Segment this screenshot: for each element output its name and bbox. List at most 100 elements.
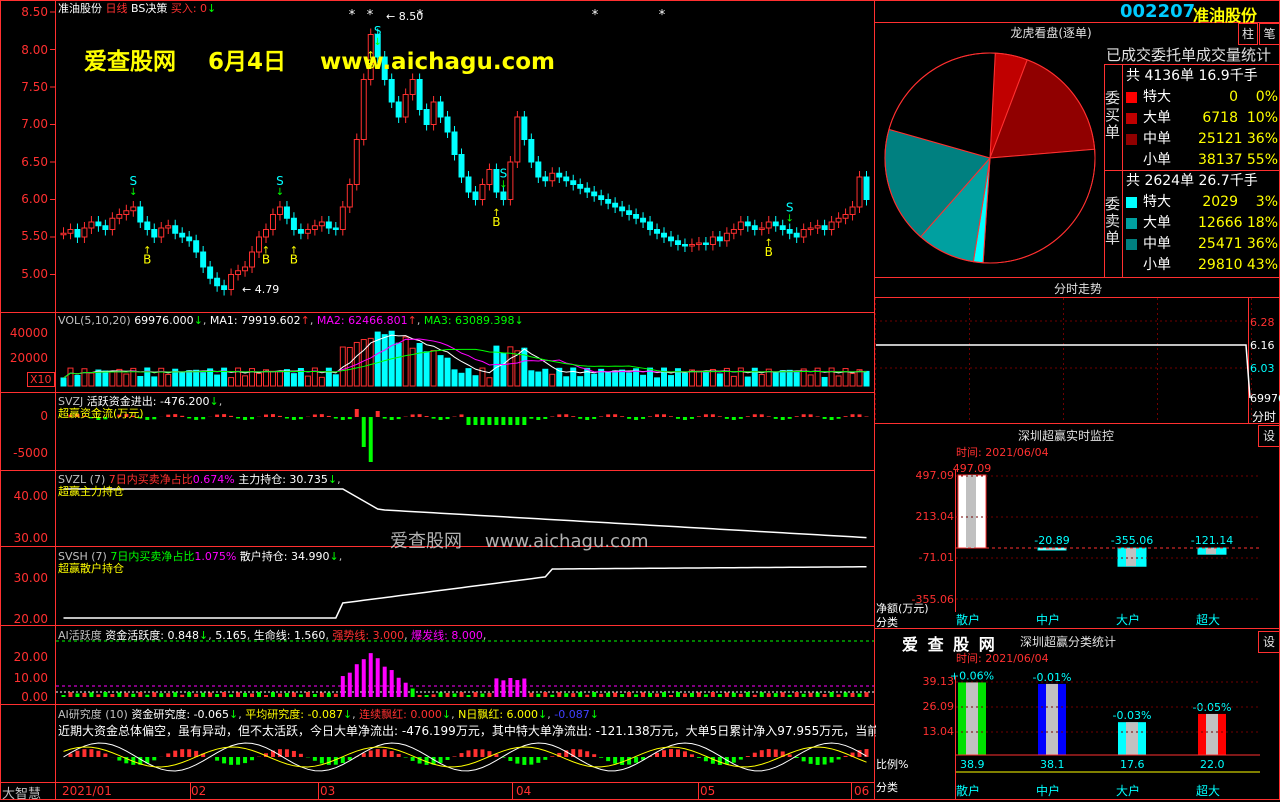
low-price-label: ← 4.79 xyxy=(242,283,280,296)
volume-bar xyxy=(276,371,283,387)
volume-bar xyxy=(423,351,430,387)
candle xyxy=(235,270,242,275)
candle xyxy=(283,206,290,219)
month-label: 02 xyxy=(191,784,207,798)
volume-bar xyxy=(102,370,109,387)
intraday-volume: 69976 xyxy=(1250,392,1280,405)
volume-bar xyxy=(849,373,856,387)
volume-bar xyxy=(758,374,765,387)
yaxis-label: 5.00 xyxy=(21,267,48,281)
buy-total: 共 4136单 16.9千手 xyxy=(1126,68,1258,84)
intraday-price-line xyxy=(876,344,1251,399)
classify-ratio-label: 比例% xyxy=(876,758,909,771)
ai-title-bar: AI活跃度 资金活跃度: 0.848↓, 5.165, 生命线: 1.560, … xyxy=(58,629,487,642)
buy-table: 共 4136单 16.9千手 特大 0 0% 大单 6718 10% 中单 25121 36… xyxy=(1126,66,1280,171)
candle xyxy=(325,221,332,229)
candle xyxy=(186,236,193,242)
vol-title: VOL(5,10,20) xyxy=(58,314,131,327)
candle xyxy=(723,232,730,242)
volume-bar xyxy=(318,376,325,387)
candle xyxy=(556,172,563,178)
classify-settings-button[interactable]: 设 xyxy=(1258,631,1280,653)
month-label: 06 xyxy=(854,784,870,798)
candle xyxy=(856,176,863,208)
volume-bar xyxy=(472,375,479,387)
yaxis-label: 5.50 xyxy=(21,229,48,243)
volume-bar xyxy=(88,372,95,387)
candle xyxy=(668,236,674,242)
candle xyxy=(297,229,304,234)
volume-bar xyxy=(605,371,612,387)
candle xyxy=(591,191,598,197)
classify-bar-highlight xyxy=(1206,713,1218,755)
buy-signal: B xyxy=(262,253,270,267)
monitor-yaxis-label: 497.09 xyxy=(915,469,955,482)
volume-bar xyxy=(360,339,367,387)
vol-unit-badge[interactable]: X10 xyxy=(27,372,55,387)
month-label: 05 xyxy=(700,784,716,798)
candle xyxy=(493,169,500,193)
candle xyxy=(737,221,744,230)
candle xyxy=(619,206,626,212)
monitor-category-label: 散户 xyxy=(956,612,980,627)
tick-toggle-button[interactable]: 笔 xyxy=(1259,23,1280,45)
candle xyxy=(221,285,228,290)
volume-bar xyxy=(716,373,723,387)
table-row: 特大 2029 3% xyxy=(1126,192,1280,213)
volume-bar xyxy=(430,350,437,387)
monitor-bar-highlight xyxy=(1206,548,1216,555)
monitor-bar-highlight xyxy=(1126,548,1136,567)
buy-signal: B xyxy=(876,0,884,3)
candle xyxy=(654,229,661,234)
svzj-subtitle: 超赢资金流(万元) xyxy=(58,407,144,420)
sell-signal: S xyxy=(276,174,284,188)
period-label[interactable]: 日线 xyxy=(106,2,128,15)
candle xyxy=(612,202,619,208)
top-marker: * xyxy=(349,8,356,23)
vol-ma2: 62466.801 xyxy=(348,314,408,327)
volume-bar xyxy=(395,342,402,387)
volume-bar xyxy=(821,376,828,387)
intraday-yaxis-label: 6.16 xyxy=(1250,339,1275,352)
candle xyxy=(688,244,695,247)
monitor-bar-label: -20.89 xyxy=(1034,534,1069,547)
monitor-settings-button[interactable]: 设 xyxy=(1258,425,1280,447)
volume-bar xyxy=(151,376,158,387)
table-row: 大单 6718 10% xyxy=(1126,108,1280,129)
classify-value-label: 17.6 xyxy=(1120,758,1145,771)
volume-bar xyxy=(793,372,800,387)
volume-bar xyxy=(577,376,584,387)
vol-title-bar: VOL(5,10,20) 69976.000↓, MA1: 79919.602↑… xyxy=(58,314,524,327)
volume-bar xyxy=(67,367,74,387)
volume-bar xyxy=(626,372,633,387)
research-title-bar: AI研究度 (10) 资金研究度: -0.065↓, 平均研究度: -0.087… xyxy=(58,708,599,721)
candle xyxy=(542,176,549,182)
indicator-label[interactable]: BS决策 xyxy=(131,2,167,15)
candle xyxy=(765,221,772,229)
candle xyxy=(123,210,130,215)
table-row: 小单 38137 55% xyxy=(1126,150,1280,171)
svsh-yaxis-label: 20.00 xyxy=(13,612,48,626)
table-row: 中单 25471 36% xyxy=(1126,234,1280,255)
candle xyxy=(311,225,318,230)
sell-signal-arrow: ↓ xyxy=(786,213,794,224)
bar-toggle-button[interactable]: 柱 xyxy=(1238,23,1258,45)
top-marker: * xyxy=(592,8,599,23)
candle xyxy=(332,227,339,230)
top-marker: * xyxy=(367,8,374,23)
candle xyxy=(528,139,535,163)
candle xyxy=(828,221,835,230)
vol-yaxis-label: 40000 xyxy=(9,326,48,340)
candle xyxy=(563,176,570,182)
svzj-yaxis-label: 0 xyxy=(40,409,48,423)
candle xyxy=(353,139,360,185)
candle xyxy=(242,266,249,272)
candle xyxy=(514,116,521,163)
candle xyxy=(507,161,514,200)
candle xyxy=(779,225,786,230)
candle xyxy=(88,221,95,229)
ai-yaxis-label: 20.00 xyxy=(13,650,48,664)
volume-bar xyxy=(786,369,793,387)
sell-signal: S xyxy=(130,174,138,188)
classify-value-label: 38.9 xyxy=(960,758,985,771)
